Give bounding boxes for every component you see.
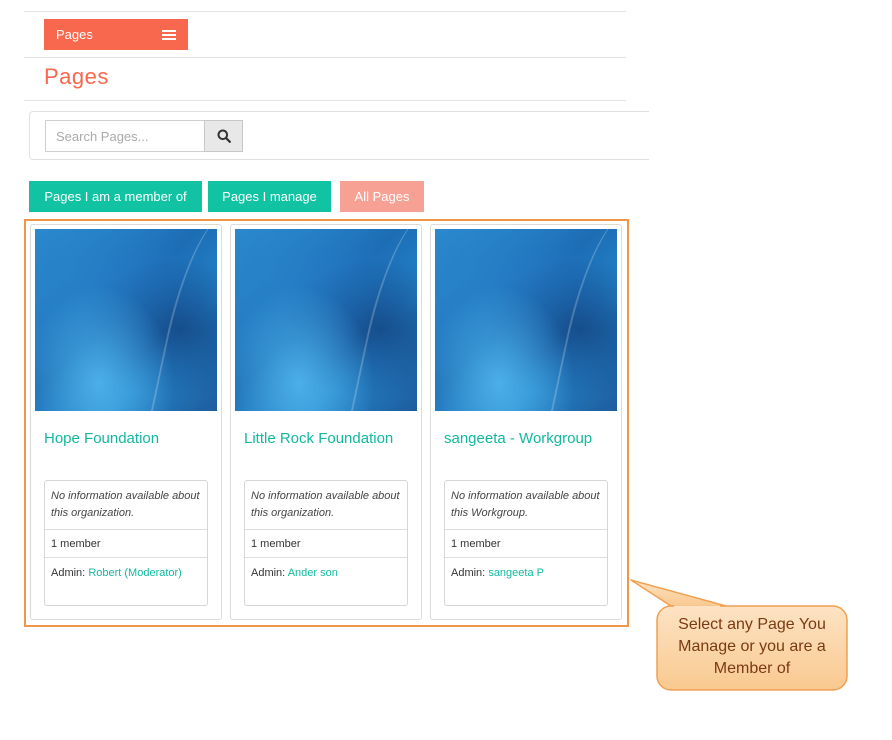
menu-divider <box>24 57 626 58</box>
search-button[interactable] <box>204 120 243 152</box>
callout-text: Select any Page You Manage or you are a … <box>678 616 826 677</box>
search-input[interactable] <box>45 120 205 152</box>
pages-menu-label: Pages <box>56 27 93 42</box>
filter-all-pages-button[interactable]: All Pages <box>340 181 424 212</box>
page-card-name-link[interactable]: Hope Foundation <box>44 430 159 447</box>
page-card-members: 1 member <box>451 538 501 550</box>
hamburger-icon <box>162 30 176 42</box>
page-card[interactable]: Little Rock Foundation No information av… <box>230 224 422 620</box>
page-title: Pages <box>44 64 109 89</box>
page-card-members: 1 member <box>251 538 301 550</box>
page-card-info: No information available about this orga… <box>244 480 408 606</box>
page-card[interactable]: Hope Foundation No information available… <box>30 224 222 620</box>
search-icon <box>217 129 231 143</box>
admin-label: Admin: <box>451 567 486 579</box>
page-thumbnail[interactable] <box>435 229 617 411</box>
admin-label: Admin: <box>51 567 86 579</box>
page-card-admin: Admin: Robert (Moderator) <box>51 567 182 579</box>
filter-managed-pages-button[interactable]: Pages I manage <box>208 181 331 212</box>
top-divider <box>24 11 626 12</box>
page-card[interactable]: sangeeta - Workgroup No information avai… <box>430 224 622 620</box>
page-card-name-link[interactable]: sangeeta - Workgroup <box>444 430 592 447</box>
page-card-members: 1 member <box>51 538 101 550</box>
title-divider <box>24 100 626 101</box>
page-card-info: No information available about this orga… <box>44 480 208 606</box>
page-thumbnail[interactable] <box>235 229 417 411</box>
page-thumbnail[interactable] <box>35 229 217 411</box>
page-card-description: No information available about this orga… <box>251 490 400 519</box>
admin-label: Admin: <box>251 567 286 579</box>
page-card-name-link[interactable]: Little Rock Foundation <box>244 430 393 447</box>
page-card-description: No information available about this Work… <box>451 490 600 519</box>
admin-name-link[interactable]: Robert (Moderator) <box>88 567 182 579</box>
page-card-info: No information available about this Work… <box>444 480 608 606</box>
admin-name-link[interactable]: sangeeta P <box>488 567 544 579</box>
filter-member-pages-button[interactable]: Pages I am a member of <box>29 181 202 212</box>
pages-menu-button[interactable]: Pages <box>44 19 188 50</box>
page-card-admin: Admin: Ander son <box>251 567 338 579</box>
admin-name-link[interactable]: Ander son <box>288 567 338 579</box>
page-card-admin: Admin: sangeeta P <box>451 567 544 579</box>
page-card-description: No information available about this orga… <box>51 490 200 519</box>
